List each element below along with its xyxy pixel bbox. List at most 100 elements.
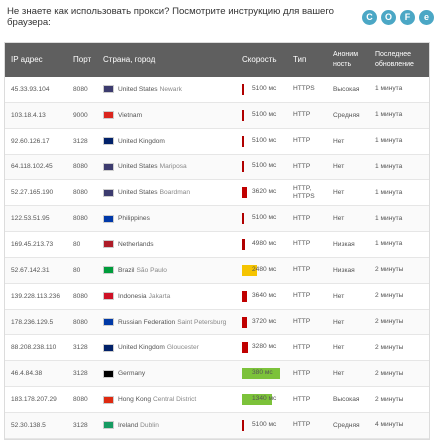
cell-ip[interactable]: 139.228.113.236 bbox=[5, 293, 67, 300]
flag-icon bbox=[103, 214, 114, 223]
header-type[interactable]: Тип bbox=[287, 55, 327, 65]
speed-indicator: 5100 мс bbox=[242, 213, 284, 225]
cell-updated: 1 минута bbox=[375, 214, 403, 222]
speed-value: 5100 мс bbox=[252, 420, 277, 428]
cell-country: United States Newark bbox=[97, 85, 236, 94]
country-name: United States bbox=[118, 163, 158, 171]
cell-updated: 1 минута bbox=[375, 162, 403, 170]
chrome-icon[interactable]: C bbox=[362, 9, 377, 25]
cell-ip[interactable]: 169.45.213.73 bbox=[5, 241, 67, 248]
table-body: 45.33.93.104 8080 United States Newark 5100 … bbox=[5, 77, 429, 439]
country-name: United Kingdom bbox=[118, 137, 165, 145]
cell-ip[interactable]: 88.208.238.110 bbox=[5, 344, 67, 351]
table-row[interactable]: 46.4.84.38 3128 Germany 380 мс HTTP Нет 2 мину… bbox=[5, 361, 429, 388]
country-name: United States bbox=[118, 189, 158, 197]
flag-icon bbox=[103, 162, 114, 171]
cell-ip[interactable]: 103.18.4.13 bbox=[5, 112, 67, 119]
firefox-icon[interactable]: F bbox=[400, 9, 415, 25]
cell-ip[interactable]: 45.33.93.104 bbox=[5, 86, 67, 93]
flag-icon bbox=[103, 137, 114, 146]
table-row[interactable]: 52.67.142.31 80 Brazil São Paulo 2480 мс HTTP… bbox=[5, 257, 429, 284]
ie-icon[interactable]: e bbox=[419, 9, 434, 25]
cell-ip[interactable]: 178.236.129.5 bbox=[5, 319, 67, 326]
speed-indicator: 5100 мс bbox=[242, 419, 284, 431]
cell-port: 3128 bbox=[73, 137, 88, 145]
speed-bar bbox=[242, 109, 244, 121]
cell-ip[interactable]: 92.60.126.17 bbox=[5, 138, 67, 145]
cell-speed: 5100 мс bbox=[236, 161, 287, 173]
speed-value: 380 мс bbox=[252, 369, 273, 377]
table-row[interactable]: 45.33.93.104 8080 United States Newark 5100 … bbox=[5, 77, 429, 103]
table-row[interactable]: 64.118.102.45 8080 United States Mariposa 51… bbox=[5, 154, 429, 181]
country-name: Hong Kong bbox=[118, 396, 151, 404]
table-row[interactable]: 92.60.126.17 3128 United Kingdom 5100 мс HTT… bbox=[5, 129, 429, 155]
table-row[interactable]: 139.228.113.236 8080 Indonesia Jakarta 3640 … bbox=[5, 284, 429, 310]
cell-port: 8080 bbox=[73, 163, 88, 171]
cell-ip[interactable]: 122.53.51.95 bbox=[5, 215, 67, 222]
cell-speed: 5100 мс bbox=[236, 419, 287, 431]
speed-indicator: 1340 мс bbox=[242, 394, 284, 406]
cell-country: Vietnam bbox=[97, 111, 236, 120]
header-port[interactable]: Порт bbox=[67, 55, 97, 65]
speed-bar bbox=[242, 238, 245, 250]
cell-speed: 4980 мс bbox=[236, 238, 287, 250]
cell-country: Netherlands bbox=[97, 240, 236, 249]
cell-updated: 2 минуты bbox=[375, 369, 404, 377]
city-name: Jakarta bbox=[148, 292, 171, 300]
country-name: United States bbox=[118, 85, 158, 93]
flag-icon bbox=[103, 85, 114, 94]
cell-type: HTTP bbox=[293, 421, 311, 429]
cell-type: HTTP bbox=[293, 369, 311, 377]
header-updated[interactable]: Последнее обновление bbox=[369, 50, 427, 70]
cell-ip[interactable]: 64.118.102.45 bbox=[5, 163, 67, 170]
cell-country: Ireland Dublin bbox=[97, 421, 236, 430]
cell-anon: Нет bbox=[333, 370, 345, 378]
table-row[interactable]: 183.178.207.29 8080 Hong Kong Central Distr… bbox=[5, 387, 429, 413]
city-name: Boardman bbox=[159, 189, 191, 197]
speed-indicator: 3620 мс bbox=[242, 187, 284, 199]
table-row[interactable]: 178.236.129.5 8080 Russian Federation Saint… bbox=[5, 309, 429, 336]
speed-indicator: 5100 мс bbox=[242, 83, 284, 95]
cell-port: 9000 bbox=[73, 111, 88, 119]
speed-bar bbox=[242, 135, 244, 147]
country-name: Brazil bbox=[118, 266, 135, 274]
cell-ip[interactable]: 52.30.138.5 bbox=[5, 422, 67, 429]
header-country[interactable]: Страна, город bbox=[97, 55, 236, 65]
cell-port: 80 bbox=[73, 266, 81, 274]
table-row[interactable]: 88.208.238.110 3128 United Kingdom Gloucest… bbox=[5, 335, 429, 362]
cell-anon: Низкая bbox=[333, 240, 355, 248]
cell-updated: 2 минуты bbox=[375, 292, 404, 300]
cell-ip[interactable]: 183.178.207.29 bbox=[5, 396, 67, 403]
table-row[interactable]: 103.18.4.13 9000 Vietnam 5100 мс HTTP Средняя… bbox=[5, 102, 429, 129]
cell-updated: 1 минута bbox=[375, 188, 403, 196]
speed-bar bbox=[242, 213, 244, 225]
table-row[interactable]: 122.53.51.95 8080 Philippines 5100 мс HTTP Не… bbox=[5, 206, 429, 233]
city-name: Central District bbox=[153, 396, 197, 404]
cell-ip[interactable]: 52.67.142.31 bbox=[5, 267, 67, 274]
cell-country: Germany bbox=[97, 369, 236, 378]
cell-type: HTTP bbox=[293, 214, 311, 222]
table-row[interactable]: 169.45.213.73 80 Netherlands 4980 мс HTTP Низ… bbox=[5, 232, 429, 258]
speed-indicator: 3640 мс bbox=[242, 290, 284, 302]
cell-ip[interactable]: 46.4.84.38 bbox=[5, 370, 67, 377]
cell-anon: Средняя bbox=[333, 421, 360, 429]
header-ip[interactable]: IP адрес bbox=[5, 55, 67, 65]
speed-indicator: 5100 мс bbox=[242, 161, 284, 173]
city-name: Mariposa bbox=[159, 163, 187, 171]
header-speed[interactable]: Скорость bbox=[236, 55, 287, 65]
speed-indicator: 2480 мс bbox=[242, 264, 284, 276]
city-name: Saint Petersburg bbox=[177, 318, 227, 326]
header-anon[interactable]: Аноним ность bbox=[327, 50, 369, 70]
cell-country: United States Mariposa bbox=[97, 162, 236, 171]
cell-speed: 5100 мс bbox=[236, 109, 287, 121]
cell-anon: Нет bbox=[333, 318, 345, 326]
table-row[interactable]: 52.27.165.190 8080 United States Boardman 36… bbox=[5, 180, 429, 207]
opera-icon[interactable]: O bbox=[381, 9, 396, 25]
table-row[interactable]: 52.30.138.5 3128 Ireland Dublin 5100 мс HTTP С… bbox=[5, 412, 429, 439]
cell-ip[interactable]: 52.27.165.190 bbox=[5, 189, 67, 196]
cell-country: Brazil São Paulo bbox=[97, 266, 236, 275]
cell-port: 8080 bbox=[73, 85, 88, 93]
cell-updated: 2 минуты bbox=[375, 266, 404, 274]
speed-value: 3720 мс bbox=[252, 317, 277, 325]
cell-speed: 3640 мс bbox=[236, 290, 287, 302]
